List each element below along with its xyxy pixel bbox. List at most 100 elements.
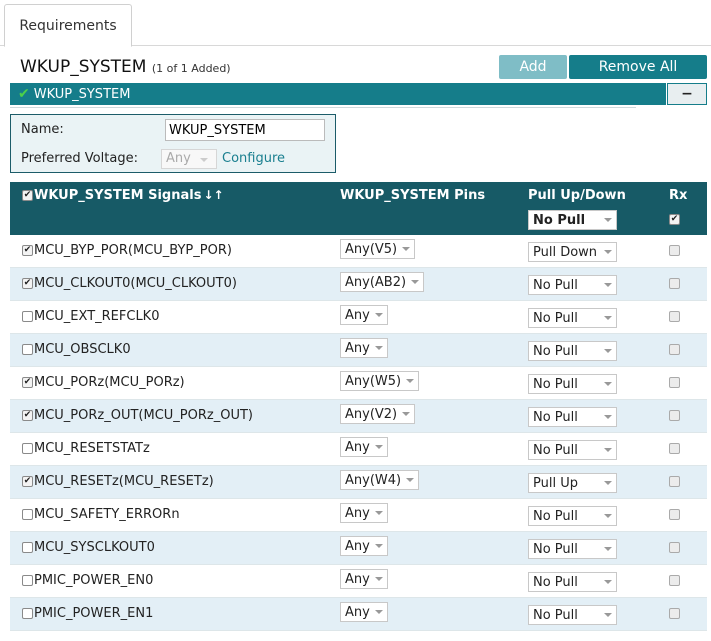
pull-select[interactable]: Pull Up — [528, 473, 617, 493]
table-body: ✔ MCU_BYP_POR(MCU_BYP_POR) Any(V5) Pull Dow… — [10, 235, 707, 631]
table-row: MCU_SAFETY_ERRORn Any No Pull — [10, 499, 707, 532]
chevron-down-icon — [374, 346, 383, 350]
tab-requirements[interactable]: Requirements — [4, 4, 132, 47]
signal-name: PMIC_POWER_EN1 — [34, 606, 154, 621]
module-accordion-header[interactable]: ✔ WKUP_SYSTEM — [10, 83, 666, 105]
signal-checkbox[interactable] — [22, 542, 33, 553]
table-row: ✔ MCU_PORz_OUT(MCU_PORz_OUT) Any(V2) No Pul… — [10, 400, 707, 433]
table-row: MCU_RESETSTATz Any No Pull — [10, 433, 707, 466]
configure-link[interactable]: Configure — [222, 151, 285, 166]
rx-checkbox[interactable] — [669, 443, 680, 454]
signal-checkbox[interactable]: ✔ — [22, 377, 33, 388]
rx-checkbox[interactable] — [669, 344, 680, 355]
rx-checkbox[interactable] — [669, 575, 680, 586]
rx-checkbox[interactable] — [669, 410, 680, 421]
pin-value: Any(AB2) — [345, 274, 407, 290]
signal-checkbox[interactable] — [22, 575, 33, 586]
pin-value: Any — [345, 505, 370, 521]
pull-value: No Pull — [533, 607, 578, 623]
pull-select[interactable]: No Pull — [528, 539, 617, 559]
col-signals-header[interactable]: WKUP_SYSTEM Signals ↓↑ — [34, 188, 224, 203]
signal-checkbox[interactable]: ✔ — [22, 245, 33, 256]
table-row: MCU_EXT_REFCLK0 Any No Pull — [10, 301, 707, 334]
col-rx-header: Rx — [669, 188, 688, 203]
pin-value: Any(W5) — [345, 373, 402, 389]
pull-value: Pull Down — [533, 244, 598, 260]
rx-checkbox[interactable] — [669, 509, 680, 520]
remove-all-button[interactable]: Remove All — [569, 55, 707, 79]
signal-name: MCU_RESETSTATz — [34, 441, 150, 456]
header-rx-checkbox[interactable]: ✔ — [669, 214, 680, 225]
col-signals-label: WKUP_SYSTEM Signals — [34, 188, 202, 203]
rx-checkbox[interactable] — [669, 476, 680, 487]
signal-checkbox[interactable]: ✔ — [22, 410, 33, 421]
pull-select[interactable]: No Pull — [528, 308, 617, 328]
signal-checkbox[interactable] — [22, 509, 33, 520]
signal-name: MCU_OBSCLK0 — [34, 342, 131, 357]
pin-select[interactable]: Any — [340, 503, 388, 523]
rx-checkbox[interactable] — [669, 311, 680, 322]
chevron-down-icon — [604, 316, 612, 320]
pin-select[interactable]: Any — [340, 437, 388, 457]
signal-checkbox[interactable] — [22, 608, 33, 619]
pull-value: Pull Up — [533, 475, 578, 491]
name-input[interactable] — [165, 119, 325, 141]
pin-select[interactable]: Any(V2) — [340, 404, 416, 424]
chevron-down-icon — [374, 313, 383, 317]
pin-select[interactable]: Any — [340, 338, 388, 358]
pull-select[interactable]: No Pull — [528, 440, 617, 460]
rx-checkbox[interactable] — [669, 245, 680, 256]
chevron-down-icon — [406, 379, 415, 383]
pull-select[interactable]: No Pull — [528, 341, 617, 361]
pin-select[interactable]: Any — [340, 536, 388, 556]
pull-select[interactable]: No Pull — [528, 407, 617, 427]
signal-checkbox[interactable] — [22, 344, 33, 355]
pin-select[interactable]: Any — [340, 602, 388, 622]
pin-value: Any — [345, 439, 370, 455]
signal-checkbox[interactable]: ✔ — [22, 278, 33, 289]
pull-value: No Pull — [533, 508, 578, 524]
pin-select[interactable]: Any(W5) — [340, 371, 420, 391]
add-button[interactable]: Add — [499, 55, 567, 79]
module-properties-panel: Name: Preferred Voltage: Any Configure — [10, 114, 336, 173]
pull-value: No Pull — [533, 343, 578, 359]
pin-value: Any — [345, 571, 370, 587]
chevron-down-icon — [604, 580, 612, 584]
rx-checkbox[interactable] — [669, 278, 680, 289]
preferred-voltage-select[interactable]: Any — [161, 149, 217, 169]
header-pull-select[interactable]: No Pull — [528, 210, 617, 230]
pull-select[interactable]: No Pull — [528, 605, 617, 625]
pin-select[interactable]: Any — [340, 569, 388, 589]
pin-select[interactable]: Any(V5) — [340, 239, 416, 259]
pull-select[interactable]: No Pull — [528, 506, 617, 526]
pull-select[interactable]: Pull Down — [528, 242, 617, 262]
chevron-down-icon — [374, 445, 383, 449]
pull-select[interactable]: No Pull — [528, 275, 617, 295]
sort-icon[interactable]: ↓↑ — [203, 188, 223, 202]
table-header: ✔ WKUP_SYSTEM Signals ↓↑ WKUP_SYSTEM Pins… — [10, 182, 707, 235]
signal-checkbox[interactable]: ✔ — [22, 476, 33, 487]
preferred-voltage-value: Any — [166, 151, 191, 166]
select-all-checkbox[interactable]: ✔ — [22, 190, 33, 201]
pull-value: No Pull — [533, 442, 578, 458]
pin-select[interactable]: Any(W4) — [340, 470, 420, 490]
signal-checkbox[interactable] — [22, 311, 33, 322]
pull-select[interactable]: No Pull — [528, 374, 617, 394]
chevron-down-icon — [604, 613, 612, 617]
pin-value: Any — [345, 340, 370, 356]
signal-name: MCU_CLKOUT0(MCU_CLKOUT0) — [34, 276, 237, 291]
chevron-down-icon — [604, 250, 612, 254]
module-name: WKUP_SYSTEM — [20, 57, 147, 77]
accordion-title: WKUP_SYSTEM — [33, 86, 131, 102]
pin-select[interactable]: Any(AB2) — [340, 272, 425, 292]
rx-checkbox[interactable] — [669, 377, 680, 388]
signal-checkbox[interactable] — [22, 443, 33, 454]
rx-checkbox[interactable] — [669, 608, 680, 619]
chevron-down-icon — [199, 158, 208, 162]
pull-select[interactable]: No Pull — [528, 572, 617, 592]
chevron-down-icon — [604, 448, 612, 452]
collapse-button[interactable]: − — [667, 83, 707, 105]
pin-select[interactable]: Any — [340, 305, 388, 325]
table-row: ✔ MCU_RESETz(MCU_RESETz) Any(W4) Pull Up — [10, 466, 707, 499]
rx-checkbox[interactable] — [669, 542, 680, 553]
